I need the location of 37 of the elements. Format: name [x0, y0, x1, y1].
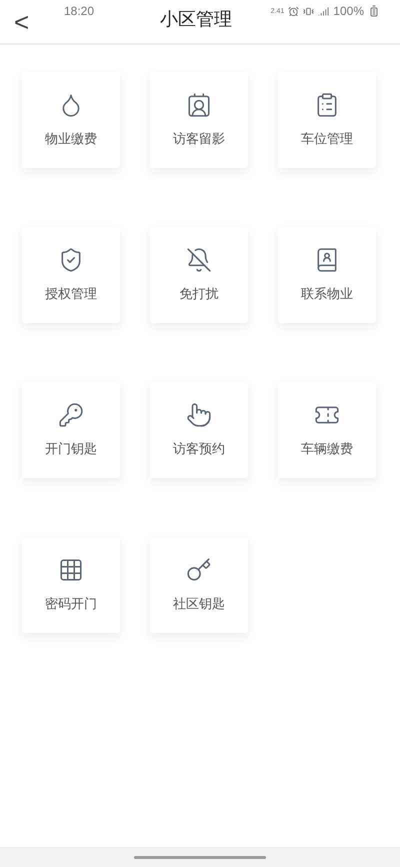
tile-label: 免打扰 [180, 285, 218, 303]
key-icon [186, 557, 212, 583]
hand-pointer-icon [186, 402, 212, 428]
alarm-icon [288, 6, 300, 16]
key-icon [58, 402, 84, 428]
back-button[interactable]: < [14, 8, 30, 34]
battery-level: 100% [333, 3, 364, 20]
status-time: 18:20 [64, 3, 94, 20]
tile-label: 访客留影 [173, 130, 225, 148]
menu-tile[interactable]: 授权管理 [22, 227, 120, 323]
menu-tile[interactable]: 访客预约 [150, 382, 248, 478]
menu-tile[interactable]: 开门钥匙 [22, 382, 120, 478]
vibrate-icon [303, 6, 314, 16]
tile-label: 访客预约 [173, 440, 225, 458]
tile-label: 联系物业 [301, 285, 353, 303]
tile-label: 物业缴费 [45, 130, 97, 148]
tile-label: 开门钥匙 [45, 440, 97, 458]
menu-tile[interactable]: 免打扰 [150, 227, 248, 323]
bell-off-icon [186, 247, 212, 273]
home-indicator[interactable] [134, 856, 266, 858]
menu-tile[interactable]: 物业缴费 [22, 72, 120, 168]
tile-label: 密码开门 [45, 595, 97, 613]
menu-tile[interactable]: 联系物业 [278, 227, 376, 323]
tile-label: 授权管理 [45, 285, 97, 303]
menu-tile[interactable]: 密码开门 [22, 537, 120, 633]
menu-tile[interactable]: 访客留影 [150, 72, 248, 168]
keypad-icon [58, 557, 84, 583]
portrait-icon [186, 92, 212, 118]
menu-tile[interactable]: 车位管理 [278, 72, 376, 168]
tile-label: 车位管理 [301, 130, 353, 148]
tile-label: 社区钥匙 [173, 595, 225, 613]
battery-icon [368, 5, 380, 17]
signal-icon [318, 6, 330, 16]
menu-tile[interactable]: 社区钥匙 [150, 537, 248, 633]
tile-label: 车辆缴费 [301, 440, 353, 458]
page-title: 小区管理 [160, 8, 232, 31]
menu-tile[interactable]: 车辆缴费 [278, 382, 376, 478]
